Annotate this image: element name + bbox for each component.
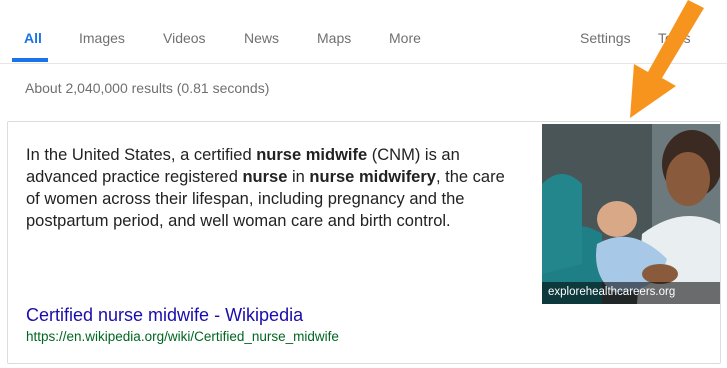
- tools-link[interactable]: Tools: [658, 30, 691, 46]
- result-title-link[interactable]: Certified nurse midwife - Wikipedia: [26, 305, 303, 326]
- tab-all[interactable]: All: [24, 30, 42, 46]
- featured-snippet-card: In the United States, a certified nurse …: [7, 121, 721, 364]
- snippet-highlight: nurse midwife: [256, 146, 368, 164]
- nurse-with-baby-photo: [542, 124, 720, 304]
- search-tabs-bar: All Images Videos News Maps More Setting…: [0, 0, 727, 64]
- snippet-image[interactable]: explorehealthcareers.org: [542, 124, 720, 304]
- snippet-text: In the United States, a certified nurse …: [26, 144, 518, 232]
- image-source-caption: explorehealthcareers.org: [542, 282, 720, 304]
- snippet-text-part: in: [287, 168, 310, 186]
- result-url: https://en.wikipedia.org/wiki/Certified_…: [26, 329, 339, 344]
- tab-news[interactable]: News: [244, 30, 279, 46]
- snippet-text-part: In the United States, a certified: [26, 146, 257, 164]
- tab-videos[interactable]: Videos: [163, 30, 206, 46]
- snippet-highlight: nurse: [242, 168, 288, 186]
- snippet-highlight: nurse midwifery: [309, 168, 436, 186]
- tab-more[interactable]: More: [389, 30, 421, 46]
- result-stats: About 2,040,000 results (0.81 seconds): [25, 80, 270, 96]
- tab-maps[interactable]: Maps: [317, 30, 351, 46]
- active-tab-indicator: [12, 58, 48, 62]
- tab-images[interactable]: Images: [79, 30, 125, 46]
- settings-link[interactable]: Settings: [580, 30, 631, 46]
